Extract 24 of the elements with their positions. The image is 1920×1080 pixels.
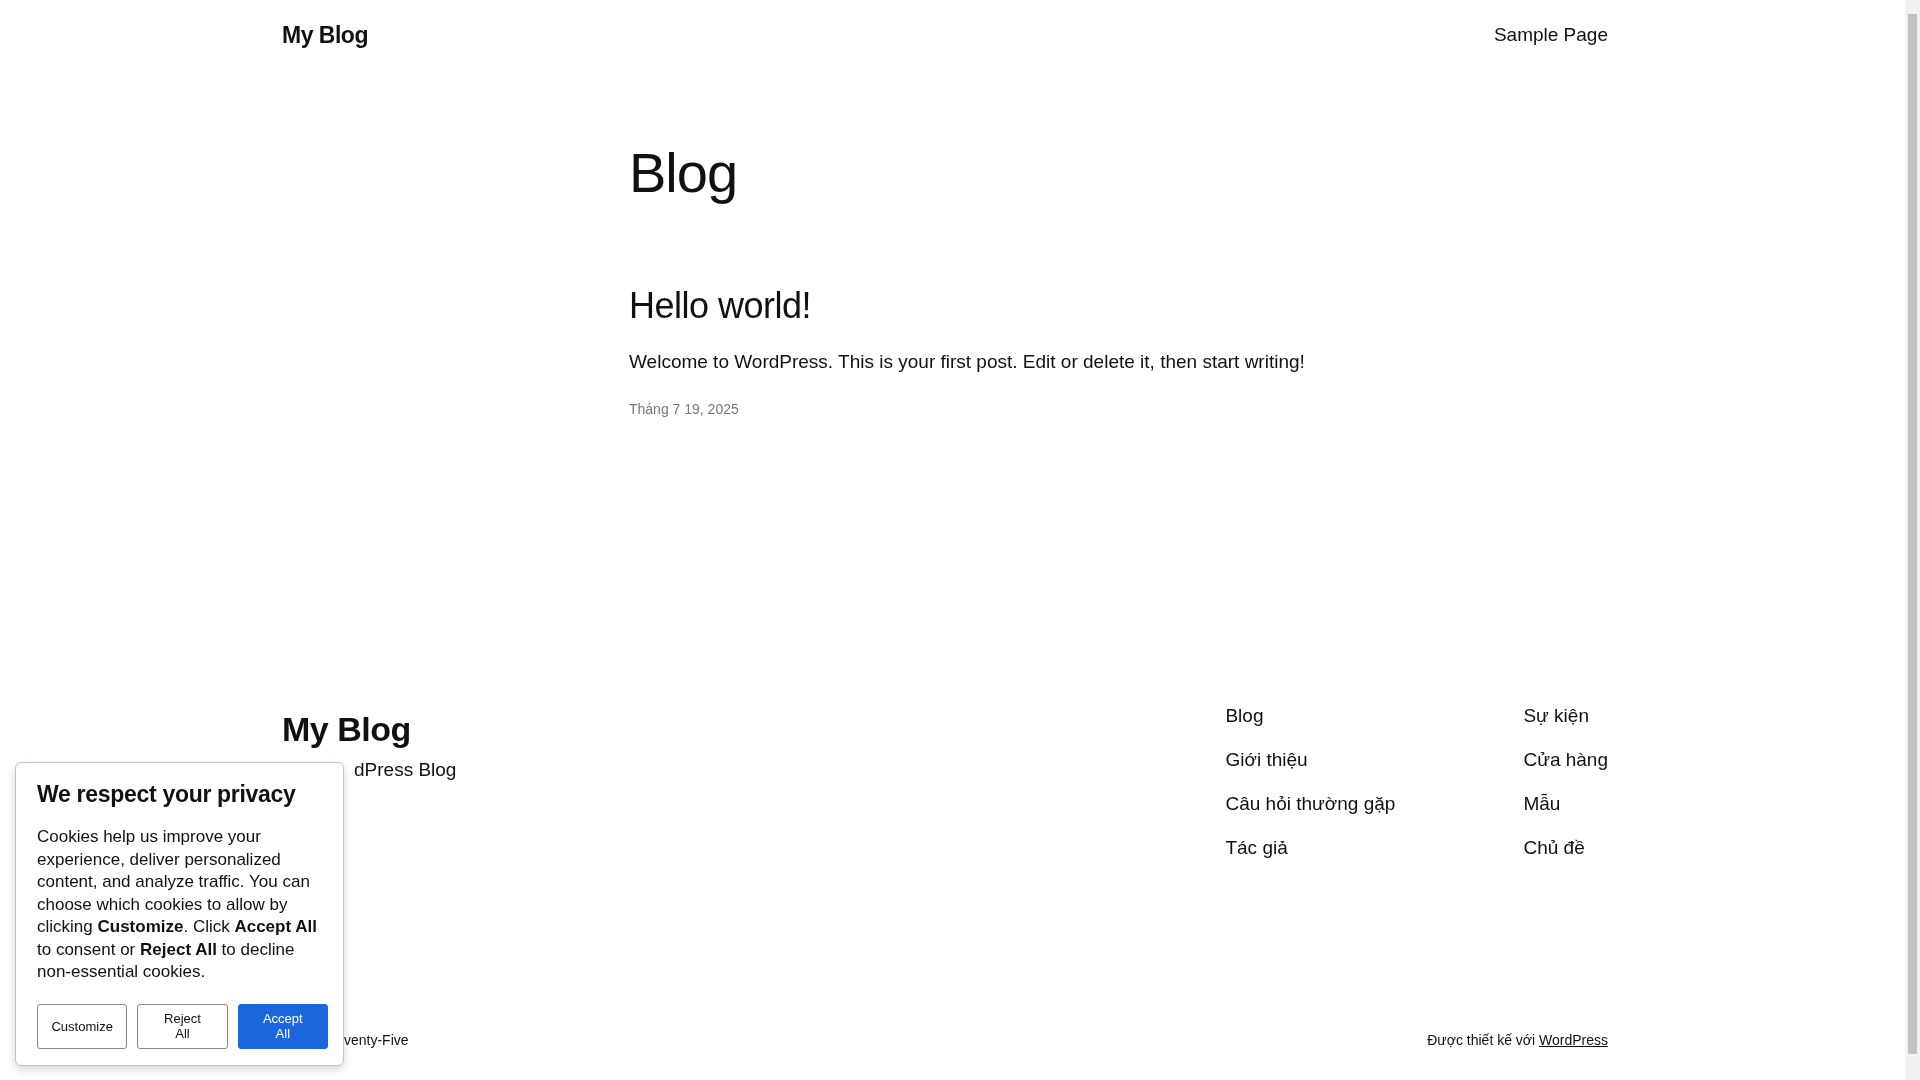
footer-nav-link[interactable]: Giới thiệu xyxy=(1225,748,1524,772)
footer-nav-link[interactable]: Mẫu xyxy=(1523,792,1608,816)
footer-nav-link[interactable]: Tác giả xyxy=(1225,836,1524,860)
footer-nav-link[interactable]: Câu hỏi thường gặp xyxy=(1225,792,1524,816)
banner-title: We respect your privacy xyxy=(37,781,297,808)
nav-link[interactable]: Sample Page xyxy=(1493,24,1608,46)
cookie-button[interactable]: Customize xyxy=(37,1003,128,1049)
footer-nav-link[interactable]: Cửa hàng xyxy=(1523,748,1608,772)
made-with-credit: Được thiết kế với WordPress xyxy=(1427,1032,1608,1048)
footer-nav-link[interactable]: Sự kiện xyxy=(1523,704,1608,728)
page-heading: Blog xyxy=(629,140,739,205)
scrollbar[interactable] xyxy=(1905,0,1920,1080)
footer-site-title[interactable]: My Blog xyxy=(282,710,457,749)
cookie-button[interactable]: Reject All xyxy=(137,1003,228,1049)
wordpress-link[interactable]: WordPress xyxy=(1539,1032,1608,1048)
site-title[interactable]: My Blog xyxy=(282,21,368,49)
site-tagline: dPress Blog xyxy=(353,759,457,781)
post-title[interactable]: Hello world! xyxy=(629,285,1905,327)
cookie-button[interactable]: Accept All xyxy=(237,1003,328,1049)
post-excerpt: Welcome to WordPress. This is your first post. Edit or delete it, then start writing! xyxy=(629,351,1306,373)
post-date: Tháng 7 19, 2025 xyxy=(629,401,740,417)
footer-nav-link[interactable]: Blog xyxy=(1225,704,1524,728)
banner-text: Cookies help us improve your experience, deliver personalized content, and analyze traffic. You can choose which cookies to allow by clicking Customize. Click Accept All to consent or Reject All to decline non-essential cookies. xyxy=(37,826,318,983)
footer-nav-link[interactable]: Chủ đề xyxy=(1523,836,1608,860)
